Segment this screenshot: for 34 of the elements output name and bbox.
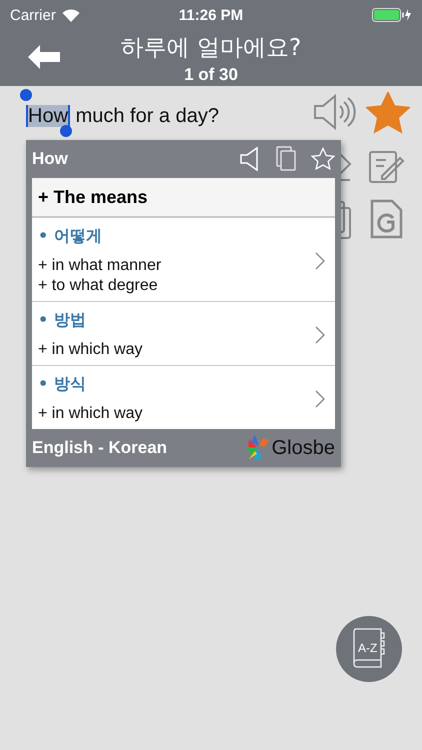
battery-icon <box>372 8 412 22</box>
selection-handle[interactable] <box>59 124 73 138</box>
carrier-label: Carrier <box>10 6 56 24</box>
korean-term: • 어떻게 <box>38 226 103 247</box>
chevron-right-icon <box>315 326 325 344</box>
translation-row[interactable]: • 어떻게 + in what manner + to what degree <box>32 218 335 302</box>
star-outline-icon[interactable] <box>311 147 335 171</box>
english-meaning: + in which way <box>38 405 142 423</box>
bird-logo-icon <box>244 433 271 463</box>
copy-icon[interactable] <box>275 146 297 172</box>
star-icon[interactable] <box>366 92 410 134</box>
translation-row[interactable]: • 방식 + in which way <box>32 366 335 429</box>
glosbe-logo-text: Glosbe <box>272 436 335 460</box>
meaning-heading: + The means <box>32 178 335 218</box>
selection-handle[interactable] <box>19 88 33 104</box>
dictionary-button[interactable]: A-Z <box>336 616 402 682</box>
korean-term: • 방법 <box>38 310 87 331</box>
speaker-icon[interactable] <box>239 146 261 172</box>
english-meaning: + in what manner <box>38 257 162 275</box>
translation-row[interactable]: • 방법 + in which way <box>32 302 335 366</box>
sentence-text: How much for a day? <box>26 104 219 128</box>
back-arrow-icon[interactable] <box>28 45 60 69</box>
english-meaning: + to what degree <box>38 277 159 295</box>
wifi-icon <box>62 8 80 22</box>
language-pair: English - Korean <box>32 438 168 458</box>
chevron-right-icon <box>315 252 325 270</box>
looked-up-word: How <box>32 149 68 169</box>
speaker-icon[interactable] <box>312 92 356 132</box>
korean-term: • 방식 <box>38 374 87 395</box>
page-counter: 1 of 30 <box>184 64 238 84</box>
chevron-right-icon <box>315 390 325 408</box>
nav-title: 하루에 얼마에요? <box>120 34 302 62</box>
clock: 11:26 PM <box>178 6 244 24</box>
english-meaning: + in which way <box>38 341 142 359</box>
